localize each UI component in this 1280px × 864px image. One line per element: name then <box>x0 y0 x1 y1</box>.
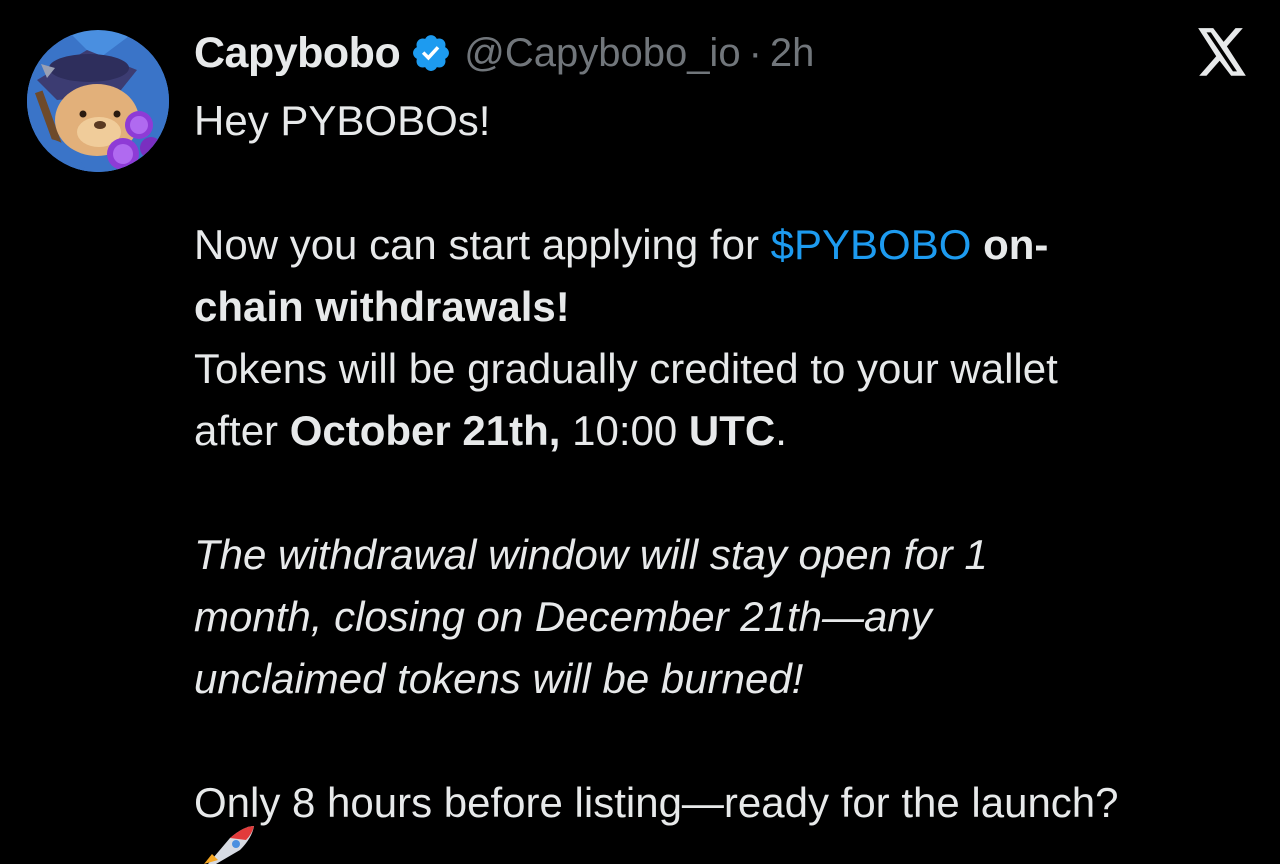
separator-dot: · <box>748 30 762 75</box>
capybara-avatar-image <box>27 30 169 172</box>
announcement-bold-a: on- <box>983 221 1049 268</box>
timestamp[interactable]: 2h <box>770 31 815 76</box>
window-line-3: unclaimed tokens will be burned! <box>194 655 804 702</box>
announcement-text: Now you can start applying for <box>194 221 771 268</box>
paragraph-credit: Tokens will be gradually credited to you… <box>194 338 1264 462</box>
paragraph-announcement: Now you can start applying for $PYBOBO o… <box>194 214 1264 338</box>
tweet-header: Capybobo @Capybobo_io · 2h <box>194 28 814 78</box>
rocket-emoji-icon <box>200 824 256 864</box>
x-logo-icon <box>1196 28 1248 76</box>
display-name[interactable]: Capybobo <box>194 29 401 78</box>
avatar[interactable] <box>27 30 169 172</box>
paragraph-listing: Only 8 hours before listing—ready for th… <box>194 779 1119 826</box>
verified-badge-icon[interactable] <box>410 32 452 74</box>
greeting-line: Hey PYBOBOs! <box>194 97 491 144</box>
tweet-text: Hey PYBOBOs! Now you can start applying … <box>194 90 1264 834</box>
window-line-2: month, closing on December 21th—any <box>194 593 932 640</box>
paragraph-window: The withdrawal window will stay open for… <box>194 524 1264 710</box>
cashtag-link[interactable]: $PYBOBO <box>771 221 972 268</box>
credit-date: October 21th, <box>289 407 561 454</box>
announcement-bold-b: chain withdrawals! <box>194 283 570 330</box>
credit-after: after <box>194 407 290 454</box>
credit-time: 10:00 <box>560 407 689 454</box>
author-handle[interactable]: @Capybobo_io <box>464 31 740 76</box>
credit-line-1: Tokens will be gradually credited to you… <box>194 345 1058 392</box>
window-line-1: The withdrawal window will stay open for… <box>194 531 988 578</box>
credit-end: . <box>775 407 787 454</box>
credit-timezone: UTC <box>688 407 776 454</box>
